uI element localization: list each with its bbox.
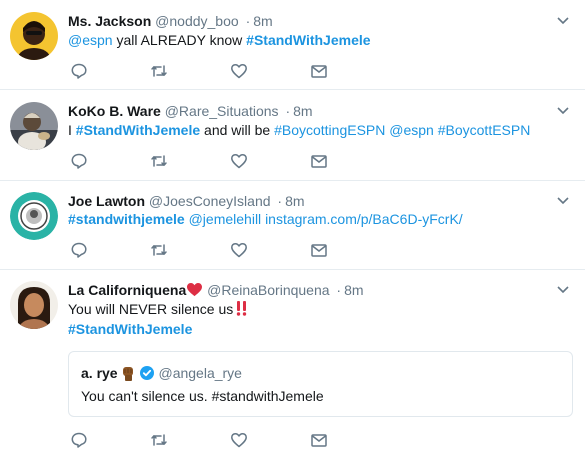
tweet[interactable]: Ms. Jackson @noddy_boo · 8m @espn yall AL… bbox=[0, 0, 585, 90]
text-segment: and will be bbox=[200, 122, 275, 138]
tweet[interactable]: KoKo B. Ware @Rare_Situations · 8m I #Sta… bbox=[0, 90, 585, 181]
timestamp[interactable]: 8m bbox=[293, 103, 312, 119]
reply-icon[interactable] bbox=[70, 62, 88, 80]
avatar[interactable] bbox=[10, 12, 58, 60]
retweet-icon[interactable] bbox=[150, 241, 168, 259]
tweet-header: La Californiquena @ReinaBorinquena · 8m bbox=[68, 281, 364, 299]
user-handle[interactable]: @JoesConeyIsland bbox=[149, 193, 271, 209]
separator: · bbox=[245, 13, 251, 29]
avatar[interactable] bbox=[10, 102, 58, 150]
quoted-tweet-header: a. rye @angela_rye bbox=[81, 364, 242, 382]
text-segment: You will NEVER silence us bbox=[68, 301, 234, 317]
timestamp[interactable]: 8m bbox=[285, 193, 304, 209]
heart-icon[interactable] bbox=[230, 152, 248, 170]
heart-icon[interactable] bbox=[230, 431, 248, 449]
quoted-display-name[interactable]: a. rye bbox=[81, 365, 118, 381]
envelope-icon[interactable] bbox=[310, 62, 328, 80]
envelope-icon[interactable] bbox=[310, 241, 328, 259]
retweet-icon[interactable] bbox=[150, 431, 168, 449]
chevron-down-icon[interactable] bbox=[555, 13, 571, 29]
red-heart-icon bbox=[187, 282, 203, 297]
display-name[interactable]: KoKo B. Ware bbox=[68, 103, 161, 119]
hashtag-link[interactable]: #standwithjemele bbox=[68, 211, 185, 227]
tweet-actions bbox=[68, 62, 338, 80]
tweet-header: Ms. Jackson @noddy_boo · 8m bbox=[68, 12, 273, 30]
tweet-feed: Ms. Jackson @noddy_boo · 8m @espn yall AL… bbox=[0, 0, 585, 459]
reply-icon[interactable] bbox=[70, 241, 88, 259]
envelope-icon[interactable] bbox=[310, 152, 328, 170]
text-segment: yall ALREADY know bbox=[112, 32, 247, 48]
tweet-text: @espn yall ALREADY know #StandWithJemele bbox=[68, 30, 371, 50]
separator: · bbox=[285, 103, 291, 119]
chevron-down-icon[interactable] bbox=[555, 193, 571, 209]
reply-icon[interactable] bbox=[70, 152, 88, 170]
text-segment: I bbox=[68, 122, 76, 138]
hashtag-link[interactable]: #BoycottESPN bbox=[438, 122, 531, 138]
display-name[interactable]: La Californiquena bbox=[68, 282, 186, 298]
url-link[interactable]: instagram.com/p/BaC6D-yFcrK/ bbox=[265, 211, 463, 227]
user-handle[interactable]: @Rare_Situations bbox=[165, 103, 279, 119]
hashtag-link[interactable]: #BoycottingESPN bbox=[274, 122, 385, 138]
chevron-down-icon[interactable] bbox=[555, 103, 571, 119]
tweet-header: Joe Lawton @JoesConeyIsland · 8m bbox=[68, 192, 305, 210]
display-name[interactable]: Joe Lawton bbox=[68, 193, 145, 209]
tweet[interactable]: Joe Lawton @JoesConeyIsland · 8m #standwi… bbox=[0, 181, 585, 270]
double-exclamation-icon bbox=[237, 301, 247, 316]
user-handle[interactable]: @noddy_boo bbox=[155, 13, 239, 29]
mention-link[interactable]: @espn bbox=[389, 122, 434, 138]
user-handle[interactable]: @ReinaBorinquena bbox=[207, 282, 329, 298]
verified-badge-icon bbox=[139, 366, 154, 380]
tweet-actions bbox=[68, 152, 338, 170]
avatar[interactable] bbox=[10, 281, 58, 329]
quoted-tweet[interactable]: a. rye @angela_rye You can't silence us.… bbox=[68, 351, 573, 417]
tweet-text: #standwithjemele @jemelehill instagram.c… bbox=[68, 209, 463, 229]
mention-link[interactable]: @espn bbox=[68, 32, 113, 48]
quoted-tweet-text: You can't silence us. #standwithJemele bbox=[81, 388, 324, 404]
heart-icon[interactable] bbox=[230, 241, 248, 259]
reply-icon[interactable] bbox=[70, 431, 88, 449]
separator: · bbox=[277, 193, 283, 209]
tweet-text: I #StandWithJemele and will be #Boycotti… bbox=[68, 120, 530, 140]
raised-fist-icon bbox=[122, 367, 133, 381]
tweet-actions bbox=[68, 241, 338, 259]
retweet-icon[interactable] bbox=[150, 62, 168, 80]
retweet-icon[interactable] bbox=[150, 152, 168, 170]
hashtag-link[interactable]: #StandWithJemele bbox=[246, 32, 370, 48]
mention-link[interactable]: @jemelehill bbox=[189, 211, 262, 227]
hashtag-link[interactable]: #StandWithJemele bbox=[76, 122, 200, 138]
separator: · bbox=[336, 282, 342, 298]
tweet-actions bbox=[68, 431, 338, 449]
chevron-down-icon[interactable] bbox=[555, 282, 571, 298]
tweet-text: You will NEVER silence us bbox=[68, 299, 249, 319]
heart-icon[interactable] bbox=[230, 62, 248, 80]
timestamp[interactable]: 8m bbox=[344, 282, 363, 298]
display-name[interactable]: Ms. Jackson bbox=[68, 13, 151, 29]
timestamp[interactable]: 8m bbox=[253, 13, 272, 29]
quoted-user-handle[interactable]: @angela_rye bbox=[158, 365, 242, 381]
envelope-icon[interactable] bbox=[310, 431, 328, 449]
avatar[interactable] bbox=[10, 192, 58, 240]
tweet[interactable]: La Californiquena @ReinaBorinquena · 8m Y… bbox=[0, 270, 585, 459]
tweet-text-line: #StandWithJemele bbox=[68, 319, 192, 339]
hashtag-link[interactable]: #StandWithJemele bbox=[68, 321, 192, 337]
tweet-header: KoKo B. Ware @Rare_Situations · 8m bbox=[68, 102, 313, 120]
